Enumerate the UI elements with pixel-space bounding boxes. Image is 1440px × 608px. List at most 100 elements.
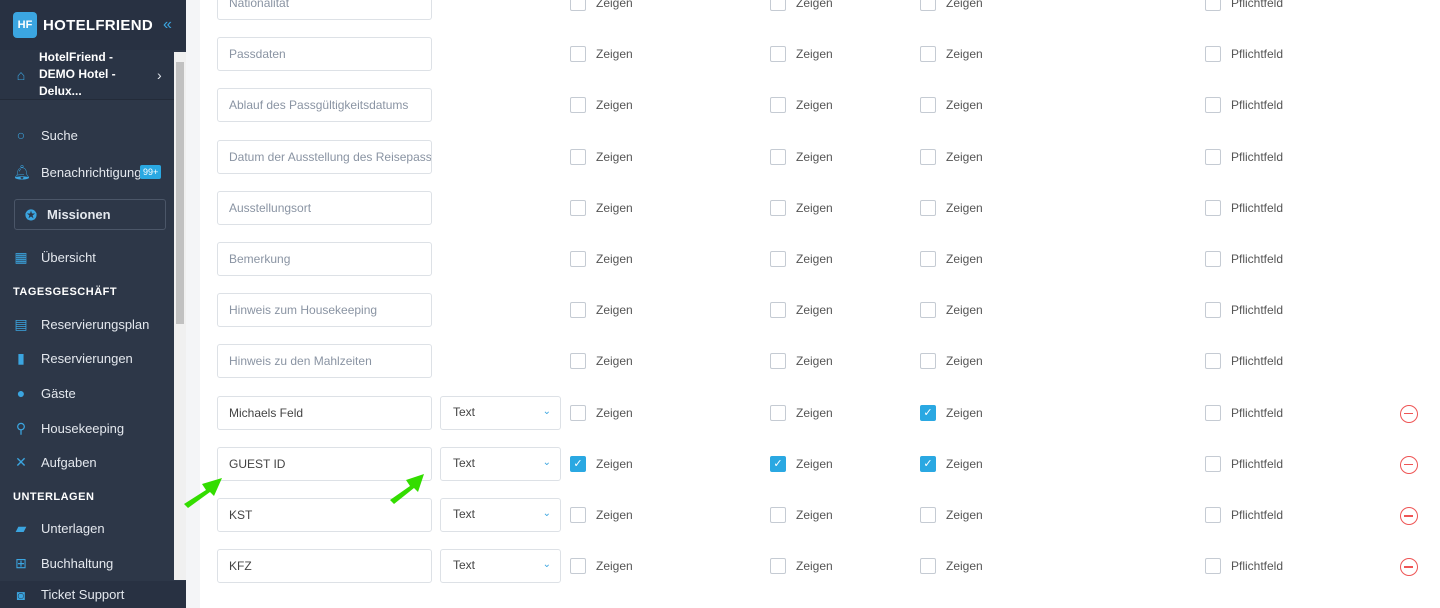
sidebar-item-guests[interactable]: ● Gäste <box>0 376 174 410</box>
checkbox[interactable] <box>570 251 586 267</box>
show-checkbox[interactable]: Zeigen <box>920 302 983 319</box>
show-checkbox[interactable]: Zeigen <box>920 353 983 370</box>
checkbox[interactable] <box>1205 302 1221 319</box>
sidebar-item-reservations[interactable]: ▮ Reservierungen <box>0 341 174 375</box>
sidebar-item-search[interactable]: ○ Suche <box>0 118 174 152</box>
checkbox[interactable] <box>770 558 786 575</box>
missions-button[interactable]: ✪ Missionen <box>14 199 166 230</box>
checkbox[interactable]: ✓ <box>570 455 586 472</box>
checkbox[interactable] <box>920 148 936 165</box>
field-name-input[interactable]: Passdaten <box>217 37 432 72</box>
show-checkbox[interactable]: Zeigen <box>770 558 833 575</box>
show-checkbox[interactable]: Zeigen <box>570 251 633 267</box>
required-checkbox[interactable]: Pflichtfeld <box>1205 353 1283 370</box>
show-checkbox[interactable]: Zeigen <box>770 148 833 165</box>
scrollbar-thumb[interactable] <box>176 62 184 324</box>
checkbox[interactable] <box>1205 353 1221 370</box>
show-checkbox[interactable]: ✓ Zeigen <box>770 455 833 472</box>
field-name-input[interactable]: KFZ <box>217 549 432 584</box>
checkbox[interactable] <box>570 558 586 575</box>
checkbox[interactable] <box>570 0 586 11</box>
hotel-selector[interactable]: ⌂ HotelFriend - DEMO Hotel - Delux... › <box>0 50 174 100</box>
checkbox[interactable] <box>920 507 936 523</box>
show-checkbox[interactable]: Zeigen <box>770 97 833 114</box>
show-checkbox[interactable]: Zeigen <box>770 199 833 216</box>
show-checkbox[interactable]: Zeigen <box>570 148 633 165</box>
show-checkbox[interactable]: Zeigen <box>920 558 983 575</box>
checkbox[interactable] <box>770 507 786 523</box>
field-name-input[interactable]: Bemerkung <box>217 242 432 276</box>
checkbox[interactable] <box>920 302 936 319</box>
required-checkbox[interactable]: Pflichtfeld <box>1205 97 1283 114</box>
checkbox[interactable]: ✓ <box>920 404 936 421</box>
required-checkbox[interactable]: Pflichtfeld <box>1205 148 1283 165</box>
checkbox[interactable] <box>1205 251 1221 267</box>
show-checkbox[interactable]: Zeigen <box>570 507 633 523</box>
checkbox[interactable] <box>920 558 936 575</box>
checkbox[interactable]: ✓ <box>920 455 936 472</box>
checkbox[interactable] <box>1205 0 1221 11</box>
remove-icon[interactable] <box>1400 404 1418 423</box>
show-checkbox[interactable]: Zeigen <box>570 46 633 63</box>
show-checkbox[interactable]: Zeigen <box>570 302 633 319</box>
checkbox[interactable] <box>770 97 786 114</box>
checkbox[interactable] <box>770 0 786 11</box>
show-checkbox[interactable]: ✓ Zeigen <box>920 455 983 472</box>
show-checkbox[interactable]: Zeigen <box>570 558 633 575</box>
show-checkbox[interactable]: Zeigen <box>770 0 833 11</box>
sidebar-item-documents[interactable]: ▰ Unterlagen <box>0 511 174 545</box>
show-checkbox[interactable]: Zeigen <box>770 507 833 523</box>
show-checkbox[interactable]: Zeigen <box>920 199 983 216</box>
checkbox[interactable] <box>920 0 936 11</box>
show-checkbox[interactable]: ✓ Zeigen <box>920 404 983 421</box>
show-checkbox[interactable]: Zeigen <box>570 404 633 421</box>
checkbox[interactable] <box>920 199 936 216</box>
checkbox[interactable] <box>1205 404 1221 421</box>
field-name-input[interactable]: Ausstellungsort <box>217 190 432 225</box>
sidebar-item-tasks[interactable]: ✕ Aufgaben <box>0 445 174 479</box>
show-checkbox[interactable]: Zeigen <box>770 404 833 421</box>
checkbox[interactable] <box>770 46 786 63</box>
field-name-input[interactable]: Hinweis zum Housekeeping <box>217 293 432 328</box>
checkbox[interactable]: ✓ <box>770 455 786 472</box>
show-checkbox[interactable]: Zeigen <box>920 507 983 523</box>
checkbox[interactable] <box>1205 148 1221 165</box>
checkbox[interactable] <box>1205 455 1221 472</box>
show-checkbox[interactable]: Zeigen <box>570 0 633 11</box>
required-checkbox[interactable]: Pflichtfeld <box>1205 455 1283 472</box>
field-name-input[interactable]: Ablauf des Passgültigkeitsdatums <box>217 88 432 123</box>
checkbox[interactable] <box>570 507 586 523</box>
field-name-input[interactable]: Michaels Feld <box>217 395 432 430</box>
checkbox[interactable] <box>1205 97 1221 114</box>
show-checkbox[interactable]: Zeigen <box>920 97 983 114</box>
required-checkbox[interactable]: Pflichtfeld <box>1205 302 1283 319</box>
sidebar-item-accounting[interactable]: ⊞ Buchhaltung <box>0 546 174 580</box>
collapse-sidebar-icon[interactable]: « <box>163 16 172 34</box>
ticket-support-button[interactable]: ◙ Ticket Support <box>0 581 186 608</box>
sidebar-item-reservation-plan[interactable]: ▤ Reservierungsplan <box>0 307 174 341</box>
checkbox[interactable] <box>570 199 586 216</box>
required-checkbox[interactable]: Pflichtfeld <box>1205 199 1283 216</box>
required-checkbox[interactable]: Pflichtfeld <box>1205 507 1283 523</box>
show-checkbox[interactable]: Zeigen <box>920 46 983 63</box>
checkbox[interactable] <box>770 148 786 165</box>
required-checkbox[interactable]: Pflichtfeld <box>1205 0 1283 11</box>
required-checkbox[interactable]: Pflichtfeld <box>1205 251 1283 267</box>
show-checkbox[interactable]: ✓ Zeigen <box>570 455 633 472</box>
show-checkbox[interactable]: Zeigen <box>920 148 983 165</box>
checkbox[interactable] <box>770 199 786 216</box>
field-name-input[interactable]: Nationalität <box>217 0 432 20</box>
field-name-input[interactable]: Hinweis zu den Mahlzeiten <box>217 344 432 379</box>
checkbox[interactable] <box>570 302 586 319</box>
show-checkbox[interactable]: Zeigen <box>570 199 633 216</box>
show-checkbox[interactable]: Zeigen <box>920 251 983 267</box>
logo[interactable]: HF HOTELFRIEND « <box>0 0 186 50</box>
show-checkbox[interactable]: Zeigen <box>770 46 833 63</box>
required-checkbox[interactable]: Pflichtfeld <box>1205 46 1283 63</box>
show-checkbox[interactable]: Zeigen <box>570 353 633 370</box>
checkbox[interactable] <box>920 353 936 370</box>
required-checkbox[interactable]: Pflichtfeld <box>1205 558 1283 575</box>
show-checkbox[interactable]: Zeigen <box>770 251 833 267</box>
checkbox[interactable] <box>570 97 586 114</box>
field-name-input[interactable]: Datum der Ausstellung des Reisepasses <box>217 139 432 174</box>
